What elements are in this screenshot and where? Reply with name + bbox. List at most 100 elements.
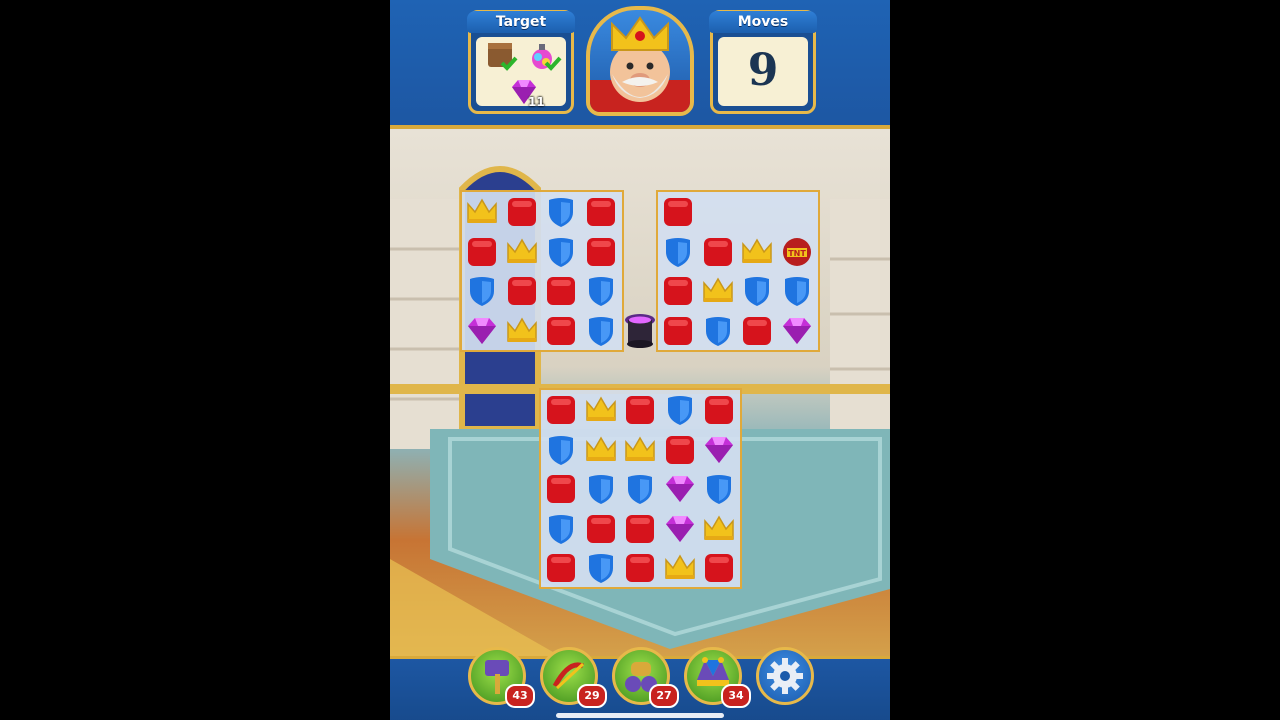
tile-crown[interactable] (583, 392, 619, 428)
crown-icon (664, 554, 695, 579)
tile-shield[interactable] (662, 392, 698, 428)
gem-icon (468, 317, 496, 344)
shield-icon (549, 198, 573, 227)
tile-red[interactable] (504, 194, 540, 230)
tile-red[interactable] (701, 392, 737, 428)
tile-shield[interactable] (464, 273, 500, 309)
tile-red[interactable] (583, 511, 619, 547)
tile-shield[interactable] (583, 550, 619, 586)
tile-shield[interactable] (583, 273, 619, 309)
game-screen: TNT Target 11 Moves 9 43 29 27 34 (390, 0, 890, 720)
shield-icon (549, 237, 573, 267)
tile-shield[interactable] (583, 313, 619, 349)
tile-red[interactable] (583, 234, 619, 270)
tile-shield[interactable] (701, 471, 737, 507)
top-hud: Target 11 Moves 9 (390, 0, 890, 129)
shield-icon (666, 237, 690, 267)
shield-icon (549, 514, 573, 544)
tile-crown[interactable] (662, 550, 698, 586)
tile-red[interactable] (622, 550, 658, 586)
hammer-booster-button[interactable]: 43 (468, 647, 535, 708)
red-icon (468, 237, 496, 266)
red-icon (743, 316, 771, 345)
red-icon (547, 475, 575, 503)
potion-icon (532, 44, 562, 71)
tile-gem[interactable] (662, 511, 698, 547)
tile-red[interactable] (701, 550, 737, 586)
tile-red[interactable] (583, 194, 619, 230)
tile-gem[interactable] (779, 313, 815, 349)
tile-red[interactable] (660, 313, 696, 349)
red-icon (507, 198, 536, 226)
jester-count: 34 (721, 684, 751, 708)
tile-red[interactable] (464, 234, 500, 270)
settings-button[interactable] (756, 647, 814, 705)
crown-icon (467, 198, 497, 223)
tile-red[interactable] (662, 432, 698, 468)
tile-crown[interactable] (701, 511, 737, 547)
tile-gem[interactable] (662, 471, 698, 507)
shield-icon (588, 475, 613, 504)
tile-crown[interactable] (583, 432, 619, 468)
tile-shield[interactable] (543, 511, 579, 547)
red-icon (703, 237, 732, 266)
tile-shield[interactable] (543, 194, 579, 230)
jester-booster-button[interactable]: 34 (684, 647, 751, 708)
tile-red[interactable] (622, 511, 658, 547)
king-portrait (586, 6, 694, 116)
tile-shield[interactable] (543, 234, 579, 270)
red-icon (586, 198, 615, 226)
tile-red[interactable] (700, 234, 736, 270)
tile-tnt[interactable]: TNT (779, 234, 815, 270)
tile-shield[interactable] (779, 273, 815, 309)
red-icon (626, 554, 654, 582)
red-icon (664, 316, 692, 345)
tile-shield[interactable] (700, 313, 736, 349)
booster-bar: 43 29 27 34 (390, 647, 890, 720)
crown-icon (585, 436, 616, 461)
shield-icon (588, 554, 613, 583)
tile-red[interactable] (660, 194, 696, 230)
tile-shield[interactable] (583, 471, 619, 507)
red-icon (547, 396, 575, 424)
tile-shield[interactable] (660, 234, 696, 270)
tile-red[interactable] (543, 392, 579, 428)
tile-crown[interactable] (504, 234, 540, 270)
tile-red[interactable] (660, 273, 696, 309)
tile-shield[interactable] (739, 273, 775, 309)
tile-red[interactable] (543, 313, 579, 349)
game-board-top-left (460, 190, 624, 352)
moves-box: 9 (718, 37, 808, 106)
svg-text:TNT: TNT (788, 249, 806, 258)
tile-red[interactable] (543, 471, 579, 507)
magic-hat-icon (625, 314, 655, 348)
crown-icon (585, 396, 616, 421)
tile-red[interactable] (543, 550, 579, 586)
cannon-booster-button[interactable]: 27 (612, 647, 679, 708)
tile-shield[interactable] (543, 432, 579, 468)
tile-crown[interactable] (622, 432, 658, 468)
red-icon (705, 396, 733, 424)
tile-red[interactable] (543, 273, 579, 309)
tile-red[interactable] (622, 392, 658, 428)
box-icon (488, 43, 518, 71)
crown-icon (702, 277, 733, 302)
tile-gem[interactable] (464, 313, 500, 349)
tile-red[interactable] (739, 313, 775, 349)
red-icon (664, 277, 692, 305)
crown-icon (704, 515, 734, 540)
tile-crown[interactable] (464, 194, 500, 230)
tile-crown[interactable] (504, 313, 540, 349)
red-icon (547, 277, 575, 305)
arrow-booster-button[interactable]: 29 (540, 647, 607, 708)
tile-crown[interactable] (739, 234, 775, 270)
red-icon (665, 435, 694, 464)
tile-crown[interactable] (700, 273, 736, 309)
target-list: 11 (476, 37, 566, 109)
tile-gem[interactable] (701, 432, 737, 468)
tile-shield[interactable] (622, 471, 658, 507)
arrow-count: 29 (577, 684, 607, 708)
crown-icon (506, 238, 537, 263)
crown-icon (506, 317, 537, 342)
tile-red[interactable] (504, 273, 540, 309)
